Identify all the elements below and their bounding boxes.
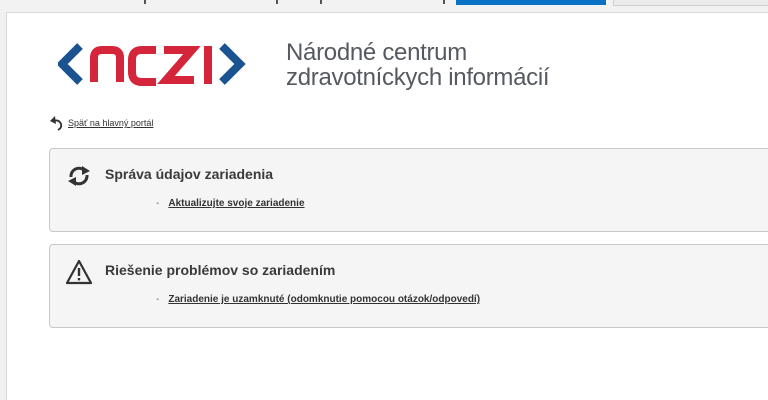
troubleshooting-title: Riešenie problémov so zariadením [105, 262, 336, 278]
strip-mark [320, 0, 322, 4]
back-to-portal[interactable]: Späť na hlavný portál [50, 115, 153, 131]
warning-icon [66, 259, 92, 285]
organization-name: Národné centrum zdravotníckych informáci… [286, 39, 550, 91]
back-to-portal-link[interactable]: Späť na hlavný portál [68, 118, 153, 128]
list-item: - Zariadenie je uzamknuté (odomknutie pom… [156, 294, 480, 305]
strip-mark [443, 0, 445, 4]
left-frame-edge [0, 12, 7, 400]
sync-icon [68, 166, 90, 186]
nczi-logo-graphic [58, 43, 246, 86]
strip-mark [276, 0, 278, 4]
back-arrow-icon [50, 116, 63, 131]
org-name-line-1: Národné centrum [286, 39, 467, 66]
device-management-title: Správa údajov zariadenia [105, 166, 274, 182]
list-bullet: - [156, 198, 160, 209]
device-management-panel: Správa údajov zariadenia - Aktualizujte s… [49, 148, 768, 232]
device-locked-link[interactable]: Zariadenie je uzamknuté (odomknutie pomo… [168, 294, 480, 305]
top-primary-button[interactable] [456, 0, 606, 5]
browser-top-strip [0, 0, 768, 13]
update-device-link[interactable]: Aktualizujte svoje zariadenie [168, 198, 304, 209]
troubleshooting-panel: Riešenie problémov so zariadením - Zariad… [49, 244, 768, 328]
org-name-line-2: zdravotníckych informácií [286, 64, 550, 91]
list-bullet: - [156, 294, 160, 305]
strip-mark [144, 0, 146, 4]
nczi-logo[interactable] [58, 40, 278, 88]
list-item: - Aktualizujte svoje zariadenie [156, 198, 305, 209]
top-secondary-button[interactable] [613, 0, 768, 6]
